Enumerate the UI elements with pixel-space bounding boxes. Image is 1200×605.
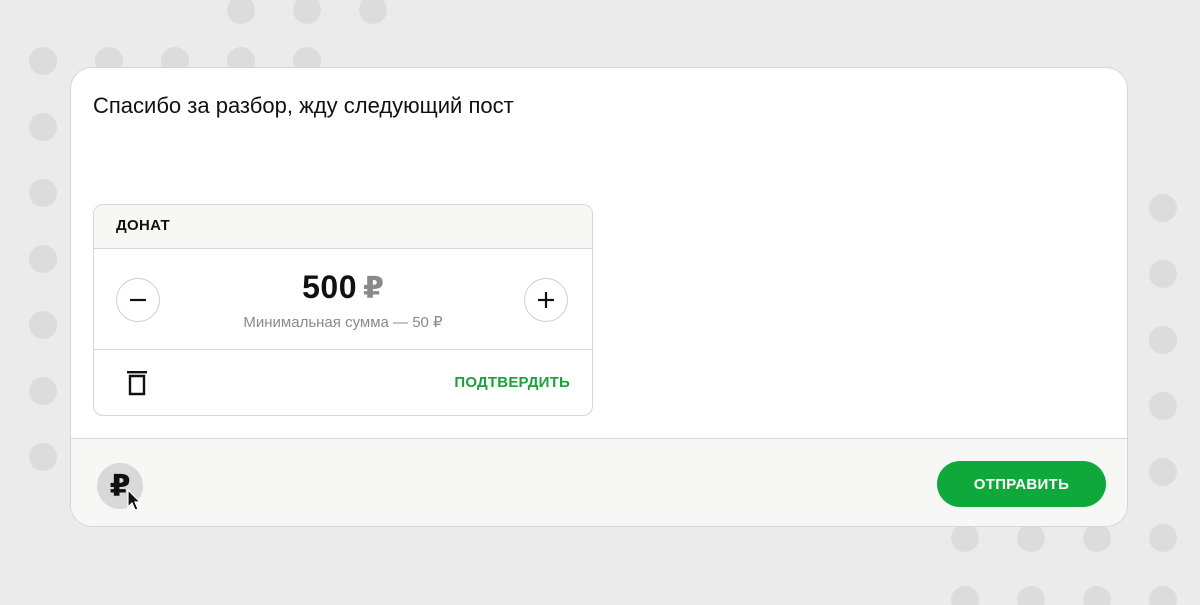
donate-amount-section: 500 ₽ Минимальная сумма — 50 ₽ <box>94 249 592 350</box>
confirm-donate-button[interactable]: ПОДТВЕРДИТЬ <box>454 374 570 391</box>
message-text[interactable]: Спасибо за разбор, жду следующий пост <box>93 92 514 120</box>
donate-widget: ДОНАТ 500 ₽ Минимальная сумма — 50 ₽ ПОД… <box>93 204 593 416</box>
composer-toolbar: ₽ ОТПРАВИТЬ <box>71 438 1127 526</box>
donate-actions: ПОДТВЕРДИТЬ <box>94 350 592 415</box>
delete-donate-button[interactable] <box>124 369 150 397</box>
donate-title: ДОНАТ <box>94 205 592 249</box>
send-button[interactable]: ОТПРАВИТЬ <box>937 461 1106 507</box>
message-composer-card: Спасибо за разбор, жду следующий пост ДО… <box>70 67 1128 527</box>
trash-icon <box>127 371 147 396</box>
increase-amount-button[interactable] <box>524 278 568 322</box>
minimum-amount-note: Минимальная сумма — 50 ₽ <box>243 314 443 331</box>
plus-icon <box>538 292 554 308</box>
amount-currency: ₽ <box>363 272 384 305</box>
amount-display: 500 ₽ <box>94 269 592 306</box>
amount-value: 500 <box>302 269 357 305</box>
mouse-cursor-icon <box>127 489 142 511</box>
